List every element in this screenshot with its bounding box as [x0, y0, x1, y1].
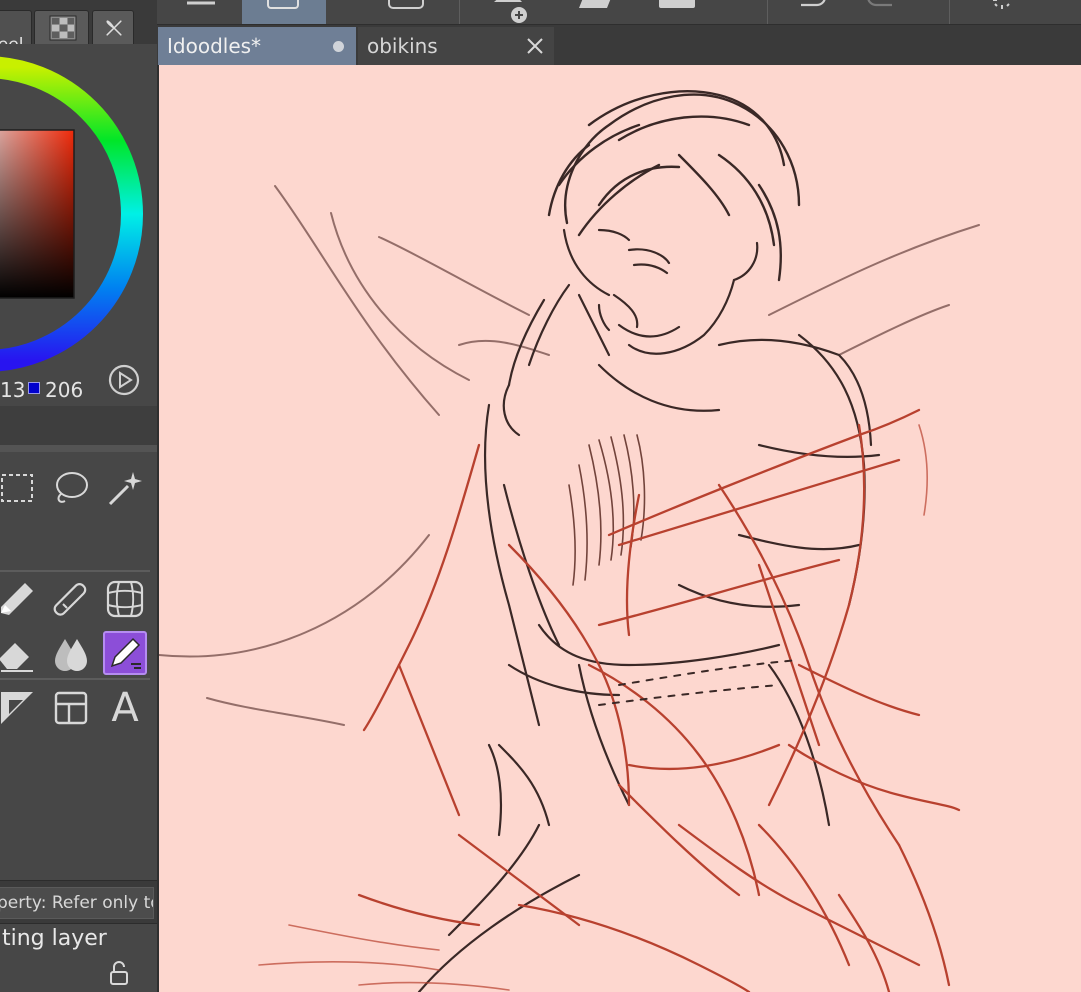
magic-wand-tool[interactable]: [103, 466, 147, 510]
frame-icon: [54, 691, 88, 725]
panel-divider: [0, 406, 157, 452]
magic-wand-icon: [108, 472, 142, 506]
new-layer-button[interactable]: [492, 0, 532, 24]
marker-tool[interactable]: [0, 577, 39, 621]
text-icon: A: [111, 685, 139, 731]
tool-separator: [0, 678, 150, 680]
left-panel: heel: [0, 0, 157, 992]
layer-properties-button[interactable]: [657, 0, 697, 24]
rect-select-icon: [1, 474, 33, 502]
close-icon[interactable]: [525, 36, 545, 56]
tab-idoodles-label: Idoodles*: [167, 34, 262, 58]
marker-icon: [1, 583, 33, 615]
undo-icon: [801, 0, 826, 7]
figure-icon: [1, 692, 33, 724]
lock-icon[interactable]: [106, 960, 132, 986]
pencil-icon: [110, 637, 141, 669]
tab-color-mixing[interactable]: [92, 10, 134, 44]
menu-button[interactable]: [185, 0, 217, 24]
palette-tabs: heel: [0, 0, 157, 55]
figure-tool[interactable]: [0, 686, 39, 730]
text-tool[interactable]: A: [103, 685, 147, 731]
folder-icon: [579, 0, 611, 8]
toolbar-separator: [767, 0, 768, 24]
play-circle-icon[interactable]: [107, 363, 141, 397]
color-mixing-icon: [106, 20, 122, 36]
loading-icon: [993, 0, 1010, 9]
menu-icon: [187, 1, 215, 5]
loading-button[interactable]: [987, 0, 1017, 24]
document-tab-bar: Idoodles* obikins: [157, 25, 1081, 65]
tab-obikins[interactable]: obikins: [358, 27, 554, 65]
ruler-grid-tool[interactable]: [103, 577, 147, 621]
export-button[interactable]: [387, 0, 427, 24]
ruler-grid-icon: [106, 580, 144, 618]
save-button[interactable]: [242, 0, 326, 24]
rect-select-tool[interactable]: [0, 466, 39, 510]
frame-tool[interactable]: [49, 686, 93, 730]
pencil-tool[interactable]: [103, 631, 147, 675]
add-layer-icon: [494, 0, 527, 23]
unsaved-dot-icon: [333, 41, 344, 52]
color-set-icon: [49, 15, 77, 41]
drawing-canvas[interactable]: [159, 65, 1081, 992]
redo-button[interactable]: [862, 0, 896, 24]
color-wheel-area: [0, 44, 157, 406]
color-readout-blue: 206: [45, 378, 84, 402]
tab-color-set[interactable]: [34, 10, 89, 44]
undo-button[interactable]: [799, 0, 833, 24]
toolbar-separator: [949, 0, 950, 24]
blend-icon: [55, 639, 87, 671]
reference-property-field[interactable]: perty: Refer only to: [0, 887, 154, 919]
eraser-icon: [0, 643, 33, 672]
reference-layer-label: ting layer: [2, 926, 107, 951]
save-icon: [267, 0, 299, 9]
layer-icon: [659, 0, 695, 8]
export-icon: [388, 0, 424, 9]
toolbar-separator: [459, 0, 460, 24]
blend-tool[interactable]: [49, 631, 93, 675]
tab-idoodles[interactable]: Idoodles*: [158, 27, 356, 65]
color-wheel[interactable]: [0, 44, 157, 374]
blue-channel-swatch: [28, 382, 40, 394]
redo-icon: [867, 0, 892, 7]
sketch-artwork: [159, 90, 980, 992]
tab-obikins-label: obikins: [367, 34, 438, 58]
layer-folder-button[interactable]: [577, 0, 613, 24]
lasso-tool[interactable]: [49, 466, 93, 510]
eraser-tool[interactable]: [0, 631, 39, 675]
airbrush-tool[interactable]: [49, 577, 93, 621]
property-row: perty: Refer only to: [0, 880, 157, 924]
tool-separator: [0, 570, 150, 572]
lasso-icon: [56, 472, 88, 503]
airbrush-icon: [53, 583, 87, 616]
tab-color-wheel[interactable]: heel: [0, 10, 32, 55]
tool-palette: A: [0, 452, 157, 877]
color-readout-green: 13: [0, 378, 26, 402]
command-bar: [157, 0, 1081, 25]
